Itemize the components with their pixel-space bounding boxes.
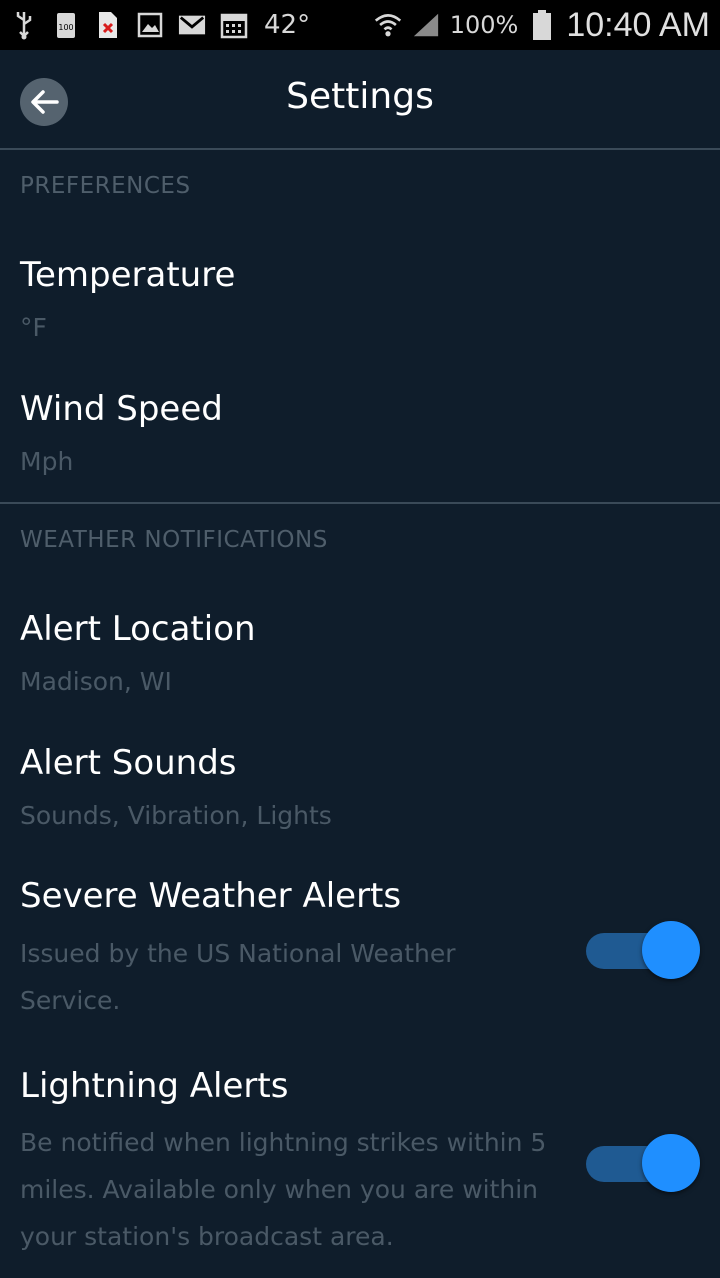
wifi-icon	[374, 10, 402, 40]
signal-icon	[412, 10, 440, 40]
calendar-icon	[220, 10, 248, 40]
section-header-preferences: PREFERENCES	[20, 173, 191, 199]
item-value: Madison, WI	[20, 667, 172, 696]
section-header-weather-notifications: WEATHER NOTIFICATIONS	[20, 527, 328, 553]
app-bar: Settings	[0, 50, 720, 150]
item-title: Alert Sounds	[20, 743, 237, 783]
item-title: Alert Location	[20, 609, 256, 649]
item-value: °F	[20, 313, 47, 342]
page-title: Settings	[286, 76, 434, 117]
item-description: your station's broadcast area.	[20, 1222, 394, 1251]
battery-icon	[528, 10, 556, 40]
item-value: Mph	[20, 447, 74, 476]
item-value: Sounds, Vibration, Lights	[20, 801, 332, 830]
item-description: Issued by the US National Weather	[20, 939, 456, 968]
item-description: Service.	[20, 986, 121, 1015]
item-title: Temperature	[20, 255, 236, 295]
battery-percentage: 100%	[449, 11, 519, 39]
lightning-alerts-toggle[interactable]	[586, 1134, 700, 1192]
item-title: Severe Weather Alerts	[20, 876, 402, 916]
item-title: Lightning Alerts	[20, 1066, 289, 1106]
status-temperature: 42°	[264, 10, 311, 40]
severe-weather-toggle[interactable]	[586, 921, 700, 979]
item-description: Be notified when lightning strikes withi…	[20, 1128, 547, 1157]
item-title: Wind Speed	[20, 389, 223, 429]
svg-text:100: 100	[58, 23, 73, 32]
toggle-thumb	[642, 1134, 700, 1192]
battery-100-icon: 100	[52, 10, 80, 40]
image-icon	[136, 10, 164, 40]
usb-icon	[10, 10, 38, 40]
status-time: 10:40 AM	[566, 5, 710, 44]
item-description: miles. Available only when you are withi…	[20, 1175, 539, 1204]
section-divider	[0, 502, 720, 504]
toggle-thumb	[642, 921, 700, 979]
status-bar: 100 42° 100% 10:40 AM	[0, 0, 720, 50]
gmail-icon	[178, 10, 206, 40]
file-x-icon	[94, 10, 122, 40]
